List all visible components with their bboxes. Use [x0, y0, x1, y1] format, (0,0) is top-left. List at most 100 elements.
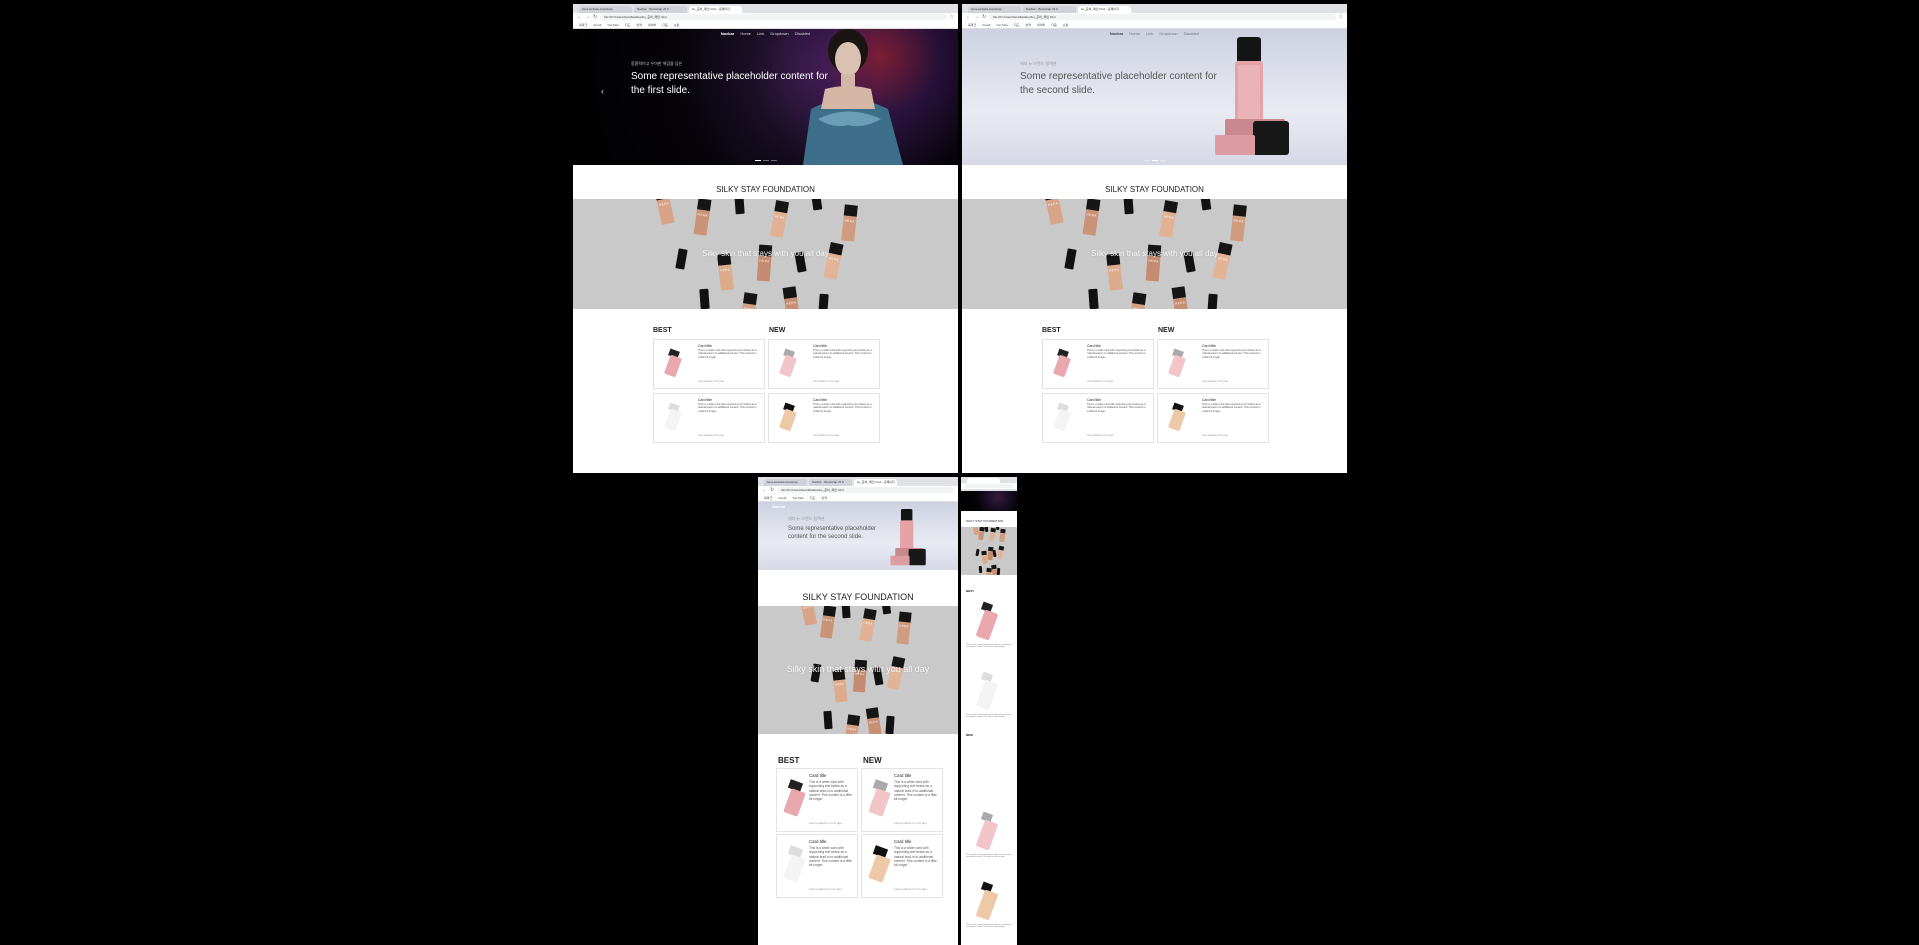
- bookmark[interactable]: Gmail: [593, 23, 601, 27]
- foundation-bottle-shape: HERA: [1082, 199, 1101, 236]
- cap-shape: [996, 568, 1001, 575]
- browser-tab-active[interactable]: ko_준비_메인.html - 홈페이지: [689, 6, 742, 13]
- product-card[interactable]: Card title This is a wider card with supp…: [768, 339, 880, 389]
- navbar-brand[interactable]: Navbar: [721, 31, 735, 36]
- indicator[interactable]: [754, 160, 761, 161]
- indicator[interactable]: [1143, 160, 1150, 161]
- carousel-prev-icon[interactable]: ‹: [601, 87, 604, 96]
- product-card[interactable]: This is a wider card with supporting tex…: [966, 669, 1012, 729]
- product-card[interactable]: Card title This is a wider card with supp…: [776, 834, 858, 898]
- product-card[interactable]: Card title This is a wider card with supp…: [1157, 393, 1269, 443]
- bookmark[interactable]: 네이버: [648, 23, 656, 27]
- browser-tab-active[interactable]: ko_준비_메인.html - 홈페이지: [1078, 6, 1131, 13]
- navbar-brand[interactable]: Navbar: [1110, 31, 1124, 36]
- bookmark[interactable]: 다음: [1051, 23, 1057, 27]
- indicator[interactable]: [1151, 160, 1158, 161]
- card-text: This is a wider card with supporting tex…: [966, 855, 1012, 858]
- foundation-bottle-shape: HERA: [1159, 200, 1179, 239]
- banner-text: Silky skin that stays with you all day: [786, 664, 930, 674]
- nav-link[interactable]: Home: [1129, 31, 1140, 36]
- card-meta: Last updated 3 mins ago: [813, 380, 840, 383]
- indicator[interactable]: [770, 160, 777, 161]
- bookmark[interactable]: 지도: [1014, 23, 1020, 27]
- url-input[interactable]: file:///C:/Users/hera/Desktop/ko_준비_메인.h…: [777, 487, 954, 493]
- bottle-cap-shape: [743, 291, 758, 305]
- tab-strip: hera-website-bootstrap Navbar · Bootstra…: [962, 4, 1347, 13]
- card-text: This is a wider card with supporting tex…: [966, 645, 1012, 648]
- bookmark[interactable]: YouTube: [996, 23, 1008, 27]
- brand-mark: HERA: [802, 606, 813, 611]
- browser-tab[interactable]: Navbar · Bootstrap v5.0: [1023, 6, 1076, 13]
- browser-tab[interactable]: Navbar · Bootstrap v5.0: [809, 479, 852, 486]
- url-input[interactable]: file:///C:/Users/hera/Desktop/ko_준비_메인.h…: [600, 14, 947, 20]
- navbar-brand[interactable]: Navbar: [772, 504, 786, 509]
- product-card[interactable]: Card title This is a wider card with supp…: [861, 834, 943, 898]
- browser-tab-active[interactable]: [967, 478, 1000, 483]
- product-body-shape: [975, 609, 999, 641]
- product-card[interactable]: This is a wider card with supporting tex…: [966, 879, 1012, 939]
- bookmark[interactable]: YouTube: [607, 23, 619, 27]
- back-icon[interactable]: ←: [762, 487, 767, 493]
- product-card[interactable]: Card title This is a wider card with supp…: [1042, 393, 1154, 443]
- browser-tab[interactable]: hera-website-bootstrap: [968, 6, 1021, 13]
- reload-icon[interactable]: ↻: [982, 14, 986, 20]
- slide-subtitle: 헤라 뉴 브랜드 컬렉션: [788, 516, 825, 521]
- nav-link[interactable]: Disabled: [1184, 31, 1200, 36]
- bookmark[interactable]: 북마크: [968, 23, 976, 27]
- product-card[interactable]: Card title This is a wider card with supp…: [1157, 339, 1269, 389]
- indicator[interactable]: [1159, 160, 1166, 161]
- nav-link[interactable]: Disabled: [795, 31, 811, 36]
- back-icon[interactable]: ←: [966, 14, 971, 20]
- bookmark[interactable]: 지도: [625, 23, 631, 27]
- nav-link[interactable]: Home: [740, 31, 751, 36]
- product-card[interactable]: Card title This is a wider card with supp…: [653, 393, 765, 443]
- card-title: Card title: [1202, 344, 1217, 348]
- forward-icon[interactable]: →: [585, 14, 590, 20]
- product-card[interactable]: Card title This is a wider card with supp…: [861, 768, 943, 832]
- browser-tab-active[interactable]: ko_준비_메인.html - 홈페이지: [854, 479, 897, 486]
- bookmark[interactable]: 네이버: [1037, 23, 1045, 27]
- bookmark[interactable]: 북마크: [579, 23, 587, 27]
- product-card[interactable]: This is a wider card with supporting tex…: [966, 809, 1012, 869]
- bookmark[interactable]: 다음: [662, 23, 668, 27]
- card-text: This is a wider card with supporting tex…: [813, 403, 872, 413]
- bookmark[interactable]: 쇼핑: [674, 23, 680, 27]
- foundation-banner: HERA HERA HERA HERA HERA HERA HERA HERA HERA Sil…: [962, 199, 1347, 309]
- product-card[interactable]: Card title This is a wider card with supp…: [768, 393, 880, 443]
- url-input[interactable]: [965, 484, 1013, 488]
- product-card[interactable]: Card title This is a wider card with supp…: [1042, 339, 1154, 389]
- star-icon[interactable]: ☆: [950, 14, 954, 20]
- bookmark[interactable]: YouTube: [792, 496, 804, 500]
- card-title: Card title: [1087, 344, 1102, 348]
- url-input[interactable]: file:///C:/Users/hera/Desktop/ko_준비_메인.h…: [989, 14, 1336, 20]
- back-icon[interactable]: ←: [577, 14, 582, 20]
- product-body-shape: [663, 354, 682, 378]
- indicator[interactable]: [762, 160, 769, 161]
- browser-tab[interactable]: hera-website-bootstrap: [579, 6, 632, 13]
- browser-tab[interactable]: hera-website-bootstrap: [764, 479, 807, 486]
- reload-icon[interactable]: ↻: [593, 14, 597, 20]
- forward-icon[interactable]: →: [974, 14, 979, 20]
- product-card[interactable]: Card title This is a wider card with supp…: [653, 339, 765, 389]
- star-icon[interactable]: ☆: [1339, 14, 1343, 20]
- product-card[interactable]: Card title This is a wider card with supp…: [776, 768, 858, 832]
- bookmark[interactable]: Gmail: [982, 23, 990, 27]
- nav-link[interactable]: Dropdown: [770, 31, 788, 36]
- bookmark[interactable]: Gmail: [778, 496, 786, 500]
- bookmark[interactable]: 번역: [636, 23, 642, 27]
- brand-mark: HERA: [973, 527, 979, 529]
- product-image: [864, 837, 892, 895]
- bookmark[interactable]: 북마크: [764, 496, 772, 500]
- bookmark[interactable]: 지도: [810, 496, 816, 500]
- bookmark[interactable]: 번역: [821, 496, 827, 500]
- nav-link[interactable]: Link: [1146, 31, 1153, 36]
- reload-icon[interactable]: ↻: [770, 487, 774, 493]
- bookmarks-bar: 북마크 Gmail YouTube 지도 번역 네이버 다음 쇼핑: [962, 21, 1347, 29]
- browser-tab[interactable]: Navbar · Bootstrap v5.0: [634, 6, 687, 13]
- nav-link[interactable]: Dropdown: [1159, 31, 1177, 36]
- nav-link[interactable]: Link: [757, 31, 764, 36]
- bookmark[interactable]: 쇼핑: [1063, 23, 1069, 27]
- address-bar: ← ↻ file:///C:/Users/hera/Desktop/ko_준비_…: [758, 486, 958, 494]
- bookmark[interactable]: 번역: [1025, 23, 1031, 27]
- product-card[interactable]: This is a wider card with supporting tex…: [966, 599, 1012, 659]
